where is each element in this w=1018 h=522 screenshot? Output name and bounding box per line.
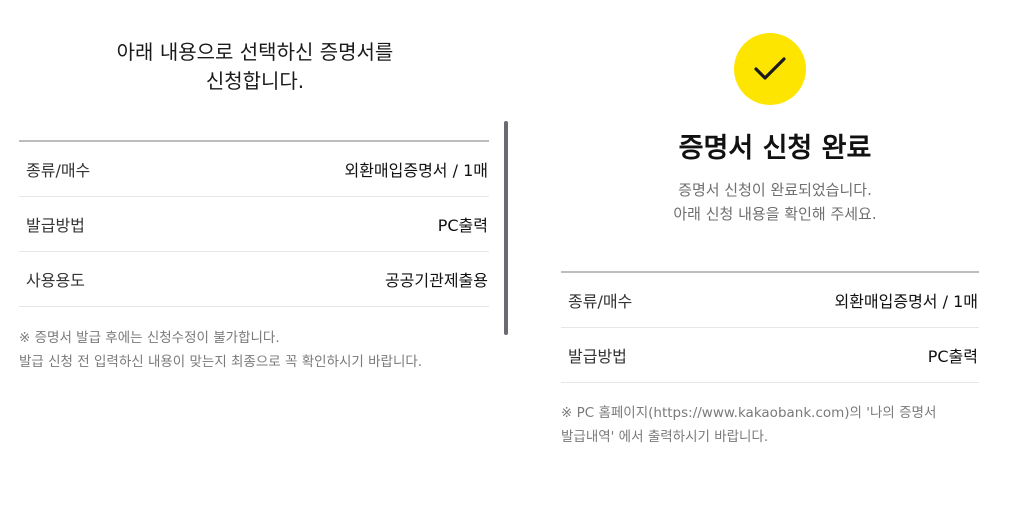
summary-value: 외환매입증명서 / 1매 bbox=[344, 161, 488, 180]
summary-label: 발급방법 bbox=[568, 347, 627, 366]
summary-value: 외환매입증명서 / 1매 bbox=[834, 292, 978, 311]
apply-summary-table: 종류/매수 외환매입증명서 / 1매 발급방법 PC출력 사용용도 공공기관제출… bbox=[19, 140, 489, 307]
print-notice: ※ PC 홈페이지(https://www.kakaobank.com)의 '나… bbox=[561, 401, 1001, 449]
apply-notice: ※ 증명서 발급 후에는 신청수정이 불가합니다. 발급 신청 전 입력하신 내… bbox=[19, 326, 499, 374]
summary-value: PC출력 bbox=[437, 216, 488, 235]
scrollbar[interactable] bbox=[504, 121, 508, 335]
confirm-message-line2: 신청합니다. bbox=[205, 69, 305, 93]
summary-value: 공공기관제출용 bbox=[384, 271, 488, 290]
summary-label: 발급방법 bbox=[26, 216, 85, 235]
summary-label: 종류/매수 bbox=[26, 161, 91, 180]
summary-row-type: 종류/매수 외환매입증명서 / 1매 bbox=[19, 142, 489, 197]
summary-label: 사용용도 bbox=[26, 271, 85, 290]
apply-confirm-panel: 아래 내용으로 선택하신 증명서를 신청합니다. 종류/매수 외환매입증명서 /… bbox=[0, 0, 510, 522]
summary-row-method: 발급방법 PC출력 bbox=[561, 328, 979, 383]
check-circle bbox=[734, 33, 806, 105]
notice-line2: 발급 신청 전 입력하신 내용이 맞는지 최종으로 꼭 확인하시기 바랍니다. bbox=[19, 354, 423, 370]
notice-line1: ※ 증명서 발급 후에는 신청수정이 불가합니다. bbox=[19, 330, 280, 346]
confirm-message-line1: 아래 내용으로 선택하신 증명서를 bbox=[116, 40, 394, 64]
summary-row-purpose: 사용용도 공공기관제출용 bbox=[19, 252, 489, 307]
check-icon bbox=[754, 57, 786, 80]
summary-value: PC출력 bbox=[927, 347, 978, 366]
summary-row-type: 종류/매수 외환매입증명서 / 1매 bbox=[561, 273, 979, 328]
summary-row-method: 발급방법 PC출력 bbox=[19, 197, 489, 252]
complete-desc-line1: 증명서 신청이 완료되었습니다. bbox=[678, 181, 872, 199]
apply-complete-panel: 증명서 신청 완료 증명서 신청이 완료되었습니다. 아래 신청 내용을 확인해… bbox=[510, 0, 1018, 522]
complete-summary-table: 종류/매수 외환매입증명서 / 1매 발급방법 PC출력 bbox=[561, 271, 979, 383]
complete-description: 증명서 신청이 완료되었습니다. 아래 신청 내용을 확인해 주세요. bbox=[510, 178, 1018, 226]
print-notice-line1: ※ PC 홈페이지(https://www.kakaobank.com)의 '나… bbox=[561, 405, 937, 421]
print-notice-line2: 발급내역' 에서 출력하시기 바랍니다. bbox=[561, 429, 769, 445]
complete-title: 증명서 신청 완료 bbox=[678, 133, 872, 164]
summary-label: 종류/매수 bbox=[568, 292, 633, 311]
complete-desc-line2: 아래 신청 내용을 확인해 주세요. bbox=[673, 205, 877, 223]
confirm-message: 아래 내용으로 선택하신 증명서를 신청합니다. bbox=[0, 38, 510, 96]
